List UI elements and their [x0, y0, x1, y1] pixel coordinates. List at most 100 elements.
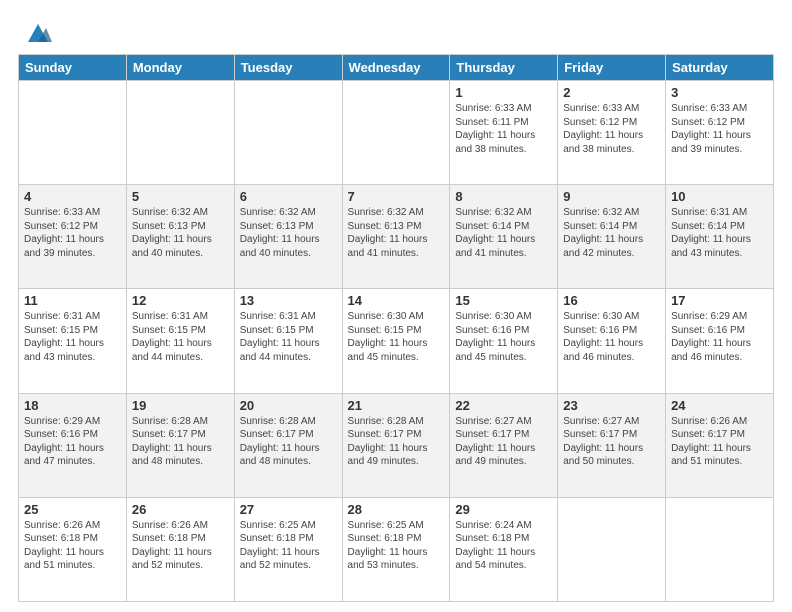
col-header-thursday: Thursday [450, 55, 558, 81]
day-cell: 29 Sunrise: 6:24 AM Sunset: 6:18 PM Dayli… [450, 497, 558, 601]
day-number: 13 [240, 293, 337, 308]
day-info: Sunrise: 6:25 AM Sunset: 6:18 PM Dayligh… [348, 519, 445, 573]
day-cell: 2 Sunrise: 6:33 AM Sunset: 6:12 PM Daylig… [558, 81, 666, 185]
week-row-1: 1 Sunrise: 6:33 AM Sunset: 6:11 PM Daylig… [19, 81, 774, 185]
week-row-5: 25 Sunrise: 6:26 AM Sunset: 6:18 PM Dayli… [19, 497, 774, 601]
day-cell: 6Sunrise: 6:32 AM Sunset: 6:13 PM Daylig… [234, 185, 342, 289]
col-header-sunday: Sunday [19, 55, 127, 81]
day-number: 2 [563, 85, 660, 100]
day-info: Sunrise: 6:31 AM Sunset: 6:14 PM Dayligh… [671, 206, 768, 260]
day-info: Sunrise: 6:33 AM Sunset: 6:11 PM Dayligh… [455, 102, 552, 156]
day-info: Sunrise: 6:33 AM Sunset: 6:12 PM Dayligh… [24, 206, 121, 260]
day-number: 15 [455, 293, 552, 308]
day-number: 10 [671, 189, 768, 204]
week-row-3: 11Sunrise: 6:31 AM Sunset: 6:15 PM Dayli… [19, 289, 774, 393]
day-cell: 17 Sunrise: 6:29 AM Sunset: 6:16 PM Dayli… [666, 289, 774, 393]
day-number: 17 [671, 293, 768, 308]
day-number: 1 [455, 85, 552, 100]
col-header-tuesday: Tuesday [234, 55, 342, 81]
day-cell: 18 Sunrise: 6:29 AM Sunset: 6:16 PM Dayli… [19, 393, 127, 497]
day-info: Sunrise: 6:30 AM Sunset: 6:16 PM Dayligh… [455, 310, 552, 364]
day-info: Sunrise: 6:33 AM Sunset: 6:12 PM Dayligh… [671, 102, 768, 156]
day-cell: 19 Sunrise: 6:28 AM Sunset: 6:17 PM Dayli… [126, 393, 234, 497]
day-cell: 27 Sunrise: 6:25 AM Sunset: 6:18 PM Dayli… [234, 497, 342, 601]
day-cell: 21 Sunrise: 6:28 AM Sunset: 6:17 PM Dayli… [342, 393, 450, 497]
logo-icon [24, 18, 52, 46]
day-cell: 11Sunrise: 6:31 AM Sunset: 6:15 PM Dayli… [19, 289, 127, 393]
day-number: 18 [24, 398, 121, 413]
day-cell: 26Sunrise: 6:26 AM Sunset: 6:18 PM Dayli… [126, 497, 234, 601]
day-number: 21 [348, 398, 445, 413]
day-info: Sunrise: 6:28 AM Sunset: 6:17 PM Dayligh… [132, 415, 229, 469]
logo [18, 18, 52, 46]
day-number: 22 [455, 398, 552, 413]
day-number: 23 [563, 398, 660, 413]
day-number: 16 [563, 293, 660, 308]
day-cell: 4 Sunrise: 6:33 AM Sunset: 6:12 PM Daylig… [19, 185, 127, 289]
day-cell: 22Sunrise: 6:27 AM Sunset: 6:17 PM Dayli… [450, 393, 558, 497]
day-info: Sunrise: 6:32 AM Sunset: 6:13 PM Dayligh… [132, 206, 229, 260]
day-cell: 14 Sunrise: 6:30 AM Sunset: 6:15 PM Dayli… [342, 289, 450, 393]
day-cell: 24 Sunrise: 6:26 AM Sunset: 6:17 PM Dayli… [666, 393, 774, 497]
day-number: 8 [455, 189, 552, 204]
day-info: Sunrise: 6:32 AM Sunset: 6:13 PM Dayligh… [348, 206, 445, 260]
day-info: Sunrise: 6:29 AM Sunset: 6:16 PM Dayligh… [671, 310, 768, 364]
col-header-monday: Monday [126, 55, 234, 81]
day-info: Sunrise: 6:28 AM Sunset: 6:17 PM Dayligh… [348, 415, 445, 469]
day-cell: 8Sunrise: 6:32 AM Sunset: 6:14 PM Daylig… [450, 185, 558, 289]
day-cell [234, 81, 342, 185]
day-info: Sunrise: 6:30 AM Sunset: 6:16 PM Dayligh… [563, 310, 660, 364]
week-row-4: 18 Sunrise: 6:29 AM Sunset: 6:16 PM Dayli… [19, 393, 774, 497]
day-info: Sunrise: 6:32 AM Sunset: 6:14 PM Dayligh… [563, 206, 660, 260]
day-number: 3 [671, 85, 768, 100]
header [18, 18, 774, 46]
day-cell [558, 497, 666, 601]
day-cell: 3 Sunrise: 6:33 AM Sunset: 6:12 PM Daylig… [666, 81, 774, 185]
day-cell: 15 Sunrise: 6:30 AM Sunset: 6:16 PM Dayli… [450, 289, 558, 393]
day-info: Sunrise: 6:31 AM Sunset: 6:15 PM Dayligh… [24, 310, 121, 364]
day-number: 5 [132, 189, 229, 204]
day-number: 24 [671, 398, 768, 413]
day-number: 29 [455, 502, 552, 517]
day-number: 4 [24, 189, 121, 204]
day-cell: 10 Sunrise: 6:31 AM Sunset: 6:14 PM Dayli… [666, 185, 774, 289]
day-info: Sunrise: 6:26 AM Sunset: 6:18 PM Dayligh… [24, 519, 121, 573]
day-cell [126, 81, 234, 185]
day-number: 9 [563, 189, 660, 204]
day-info: Sunrise: 6:33 AM Sunset: 6:12 PM Dayligh… [563, 102, 660, 156]
day-cell [342, 81, 450, 185]
col-header-saturday: Saturday [666, 55, 774, 81]
day-cell [666, 497, 774, 601]
day-cell: 12 Sunrise: 6:31 AM Sunset: 6:15 PM Dayli… [126, 289, 234, 393]
day-cell: 7 Sunrise: 6:32 AM Sunset: 6:13 PM Daylig… [342, 185, 450, 289]
day-cell [19, 81, 127, 185]
day-number: 25 [24, 502, 121, 517]
day-number: 20 [240, 398, 337, 413]
day-cell: 16 Sunrise: 6:30 AM Sunset: 6:16 PM Dayli… [558, 289, 666, 393]
day-number: 27 [240, 502, 337, 517]
day-number: 14 [348, 293, 445, 308]
day-info: Sunrise: 6:31 AM Sunset: 6:15 PM Dayligh… [240, 310, 337, 364]
day-info: Sunrise: 6:31 AM Sunset: 6:15 PM Dayligh… [132, 310, 229, 364]
day-number: 7 [348, 189, 445, 204]
day-number: 19 [132, 398, 229, 413]
day-info: Sunrise: 6:29 AM Sunset: 6:16 PM Dayligh… [24, 415, 121, 469]
col-header-friday: Friday [558, 55, 666, 81]
day-cell: 20 Sunrise: 6:28 AM Sunset: 6:17 PM Dayli… [234, 393, 342, 497]
day-cell: 9 Sunrise: 6:32 AM Sunset: 6:14 PM Daylig… [558, 185, 666, 289]
day-info: Sunrise: 6:30 AM Sunset: 6:15 PM Dayligh… [348, 310, 445, 364]
day-info: Sunrise: 6:24 AM Sunset: 6:18 PM Dayligh… [455, 519, 552, 573]
day-info: Sunrise: 6:26 AM Sunset: 6:18 PM Dayligh… [132, 519, 229, 573]
day-info: Sunrise: 6:25 AM Sunset: 6:18 PM Dayligh… [240, 519, 337, 573]
header-row: SundayMondayTuesdayWednesdayThursdayFrid… [19, 55, 774, 81]
day-info: Sunrise: 6:26 AM Sunset: 6:17 PM Dayligh… [671, 415, 768, 469]
page: SundayMondayTuesdayWednesdayThursdayFrid… [0, 0, 792, 612]
day-info: Sunrise: 6:27 AM Sunset: 6:17 PM Dayligh… [563, 415, 660, 469]
day-number: 12 [132, 293, 229, 308]
day-info: Sunrise: 6:28 AM Sunset: 6:17 PM Dayligh… [240, 415, 337, 469]
day-cell: 25 Sunrise: 6:26 AM Sunset: 6:18 PM Dayli… [19, 497, 127, 601]
day-cell: 23 Sunrise: 6:27 AM Sunset: 6:17 PM Dayli… [558, 393, 666, 497]
day-cell: 5 Sunrise: 6:32 AM Sunset: 6:13 PM Daylig… [126, 185, 234, 289]
week-row-2: 4 Sunrise: 6:33 AM Sunset: 6:12 PM Daylig… [19, 185, 774, 289]
col-header-wednesday: Wednesday [342, 55, 450, 81]
